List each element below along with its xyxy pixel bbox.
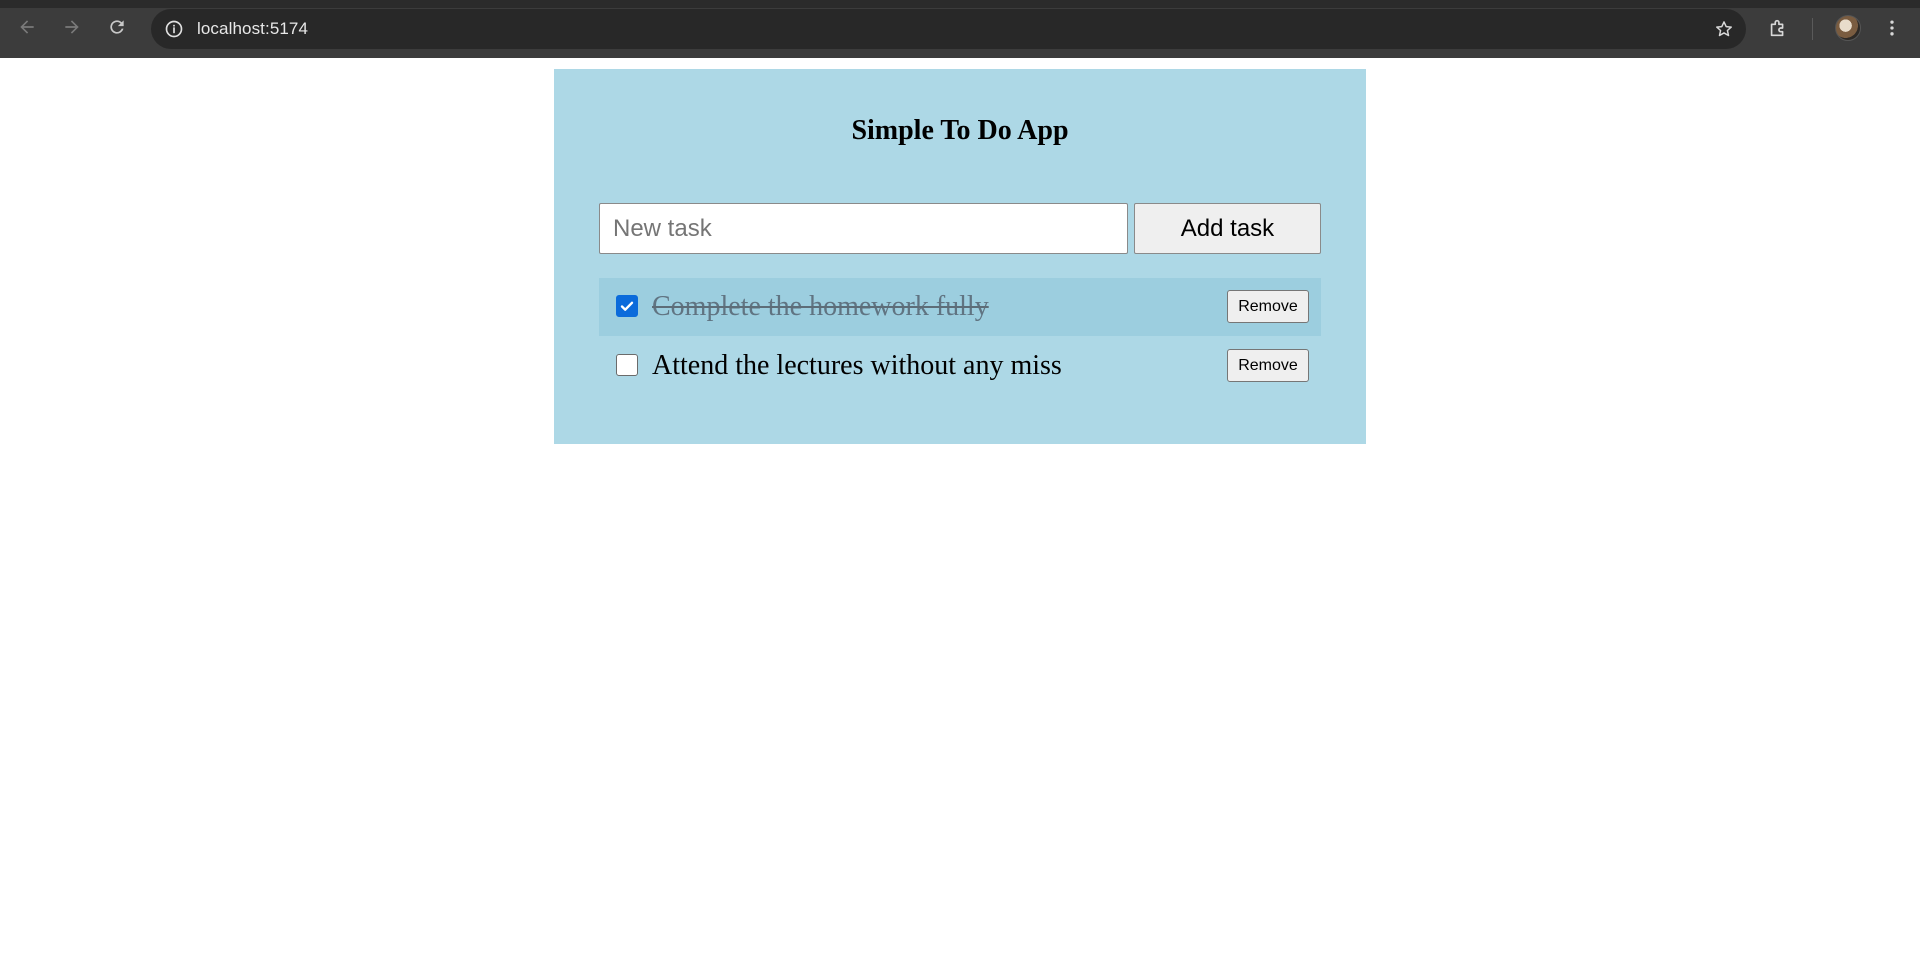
browser-toolbar: localhost:5174 [0,0,1920,58]
back-button[interactable] [10,12,44,46]
kebab-menu-icon[interactable] [1880,14,1904,42]
toolbar-divider [1812,18,1813,40]
star-icon[interactable] [1712,17,1736,41]
tab-strip [0,0,1920,8]
checkmark-icon [620,301,634,311]
task-label: Attend the lectures without any miss [652,350,1062,381]
puzzle-icon[interactable] [1764,14,1792,42]
remove-task-button[interactable]: Remove [1227,290,1309,323]
url-text[interactable]: localhost:5174 [197,19,308,39]
address-bar[interactable]: localhost:5174 [151,9,1746,49]
task-checkbox[interactable] [616,354,638,376]
task-item: Attend the lectures without any miss Rem… [599,337,1321,395]
task-checkbox[interactable] [616,295,638,317]
page-title: Simple To Do App [851,115,1069,146]
task-item: Complete the homework fully Remove [599,278,1321,336]
new-task-input[interactable] [599,203,1128,254]
todo-app-panel: Simple To Do App Add task Complete the h… [554,69,1366,444]
task-label: Complete the homework fully [652,291,989,322]
arrow-right-icon [62,17,82,42]
reload-button[interactable] [100,12,134,46]
avatar[interactable] [1835,15,1861,41]
forward-button[interactable] [55,12,89,46]
remove-task-button[interactable]: Remove [1227,349,1309,382]
info-icon[interactable] [163,18,185,40]
reload-icon [107,17,127,42]
add-task-button[interactable]: Add task [1134,203,1321,254]
arrow-left-icon [17,17,37,42]
